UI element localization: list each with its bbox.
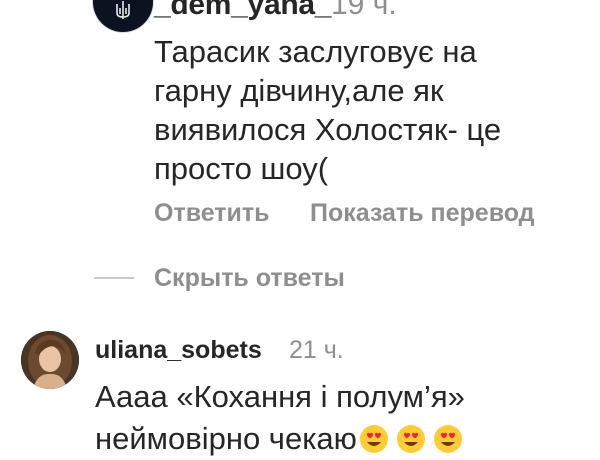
show-translation-button[interactable]: Показать перевод <box>310 199 535 228</box>
thread-divider <box>94 277 134 279</box>
user-photo <box>21 331 79 389</box>
avatar[interactable] <box>21 331 79 389</box>
reply-button[interactable]: Ответить <box>154 199 270 228</box>
trident-emblem-icon <box>116 1 130 19</box>
comment-username[interactable]: uliana_sobets <box>95 336 262 365</box>
hide-replies-button[interactable]: Скрыть ответы <box>154 264 345 293</box>
comment-timestamp: 21 ч. <box>289 336 344 364</box>
comment-username[interactable]: _dem_yana_ <box>154 0 331 22</box>
comment-body: Аааа «Кохання і полум’я» неймовірно чека… <box>95 376 565 460</box>
comment-text: Тарасик заслуговує на гарну дівчину,але … <box>154 34 502 186</box>
avatar[interactable] <box>93 0 153 32</box>
comment-timestamp: 19 ч. <box>331 0 397 21</box>
